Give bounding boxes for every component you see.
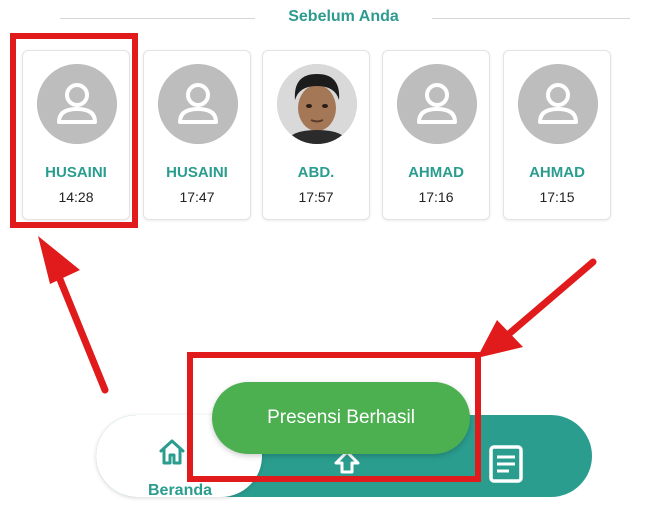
attendee-name: ABD. [297, 164, 335, 181]
user-placeholder-icon [158, 64, 238, 144]
attendee-card[interactable]: HUSAINI 17:47 [143, 50, 251, 220]
avatar [518, 64, 598, 144]
avatar [397, 64, 477, 144]
document-list-icon[interactable] [487, 444, 525, 484]
user-placeholder-icon [518, 64, 598, 144]
attendee-time: 17:57 [298, 189, 334, 205]
home-icon[interactable] [157, 437, 187, 467]
section-header: Sebelum Anda [0, 0, 660, 36]
attendee-time: 17:47 [179, 189, 215, 205]
attendee-name: HUSAINI [166, 164, 228, 181]
highlight-box-toast [187, 352, 481, 482]
nav-home-label[interactable]: Beranda [120, 482, 240, 500]
arrow-to-first-card [38, 236, 109, 394]
arrow-to-toast [477, 258, 597, 358]
attendee-card[interactable]: AHMAD 17:15 [503, 50, 611, 220]
section-title: Sebelum Anda [288, 8, 399, 25]
avatar [158, 64, 238, 144]
avatar-photo [277, 64, 357, 144]
attendee-time: 17:16 [418, 189, 454, 205]
highlight-box-first-card [10, 33, 138, 228]
attendee-name: AHMAD [529, 164, 585, 181]
user-photo-icon [277, 64, 357, 144]
attendee-name: AHMAD [408, 164, 464, 181]
attendee-card[interactable]: AHMAD 17:16 [382, 50, 490, 220]
divider-right [432, 18, 630, 19]
divider-left [60, 18, 255, 19]
attendee-time: 17:15 [539, 189, 575, 205]
user-placeholder-icon [397, 64, 477, 144]
attendee-card[interactable]: ABD. 17:57 [262, 50, 370, 220]
